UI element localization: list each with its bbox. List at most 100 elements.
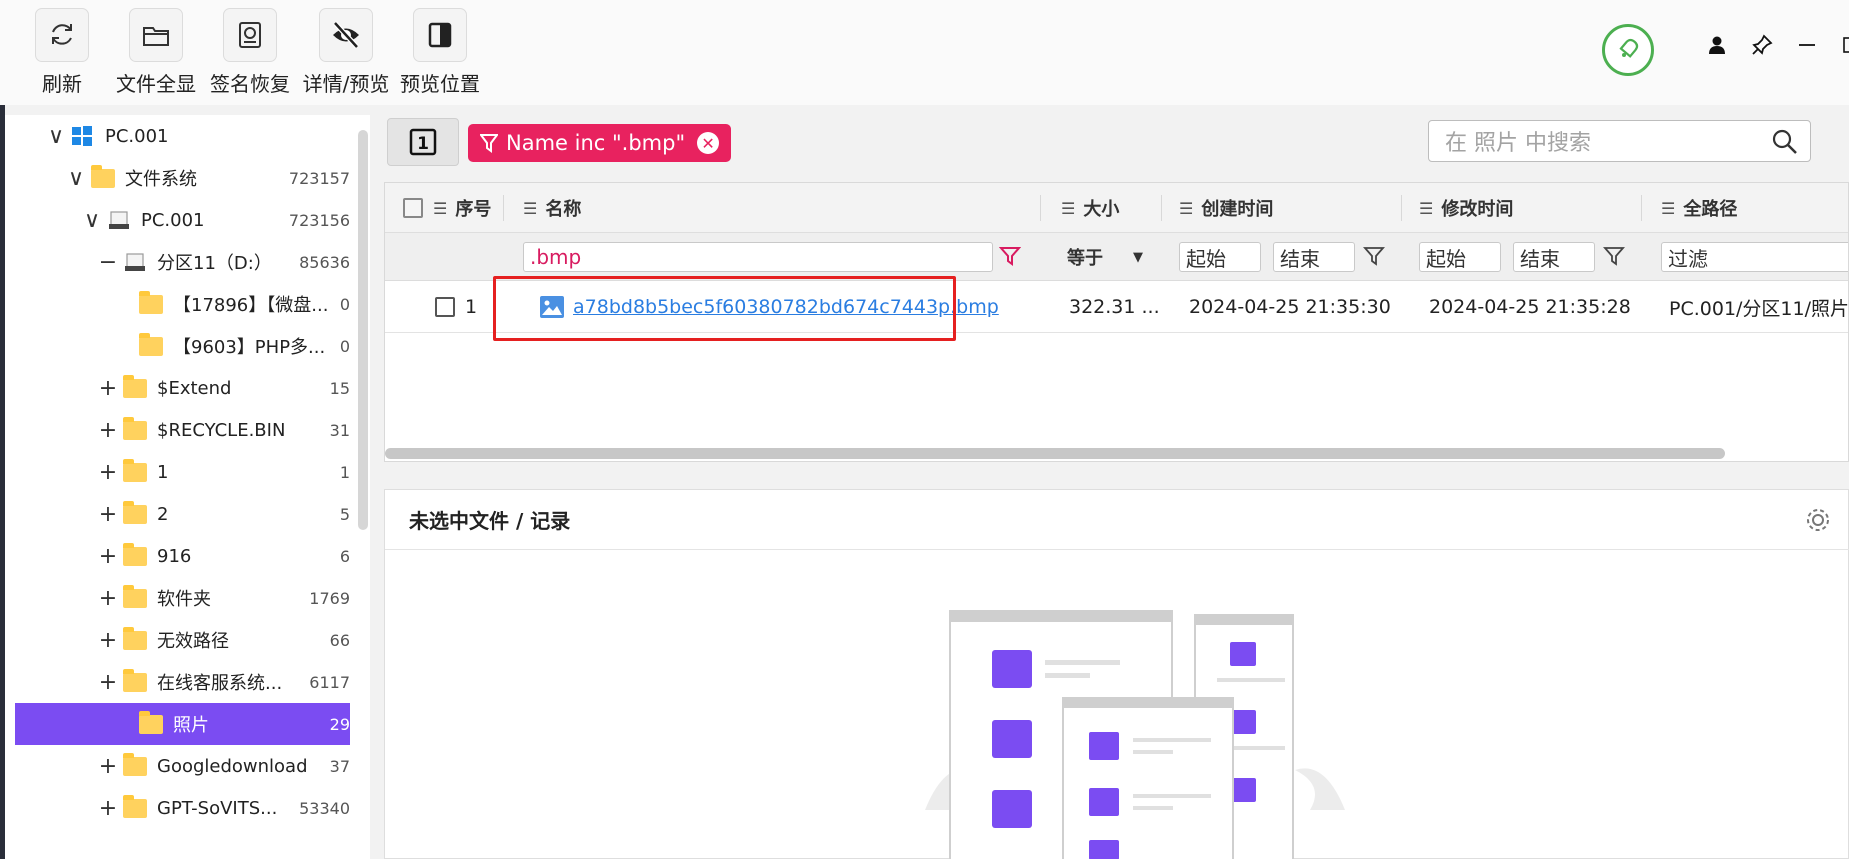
name-filter-input[interactable]: .bmp [523, 242, 993, 272]
eye-off-icon [319, 8, 373, 62]
notification-button[interactable] [1602, 24, 1654, 76]
column-divider[interactable] [1161, 195, 1162, 221]
row-checkbox[interactable] [435, 297, 455, 317]
expand-icon[interactable]: + [97, 586, 119, 611]
show-all-files-button[interactable]: 文件全显 [106, 8, 206, 97]
user-button[interactable] [1700, 30, 1734, 64]
modified-start-input[interactable]: 起始 [1419, 242, 1501, 272]
column-menu-icon[interactable]: ☰ [1061, 199, 1075, 218]
column-menu-icon[interactable]: ☰ [1419, 199, 1433, 218]
expand-icon[interactable]: + [97, 376, 119, 401]
collapse-icon[interactable]: − [97, 250, 119, 275]
header-select-all[interactable] [403, 183, 423, 233]
modified-filter-funnel-icon[interactable] [1603, 245, 1625, 272]
folder-icon [123, 794, 149, 819]
folder-icon [123, 752, 149, 777]
tree-item[interactable]: 【9603】PHP多... 0 [15, 325, 350, 367]
tree-item-count: 5 [339, 504, 350, 524]
tree-item[interactable]: + $RECYCLE.BIN 31 [15, 409, 350, 451]
search-input[interactable]: 在 照片 中搜索 [1428, 120, 1811, 162]
tree-item-count: 1 [339, 462, 350, 482]
expand-icon[interactable]: + [97, 670, 119, 695]
tree-item[interactable]: + $Extend 15 [15, 367, 350, 409]
refresh-icon [35, 8, 89, 62]
preview-position-button[interactable]: 预览位置 [390, 8, 490, 97]
row-modified: 2024-04-25 21:35:28 [1429, 296, 1631, 318]
column-menu-icon[interactable]: ☰ [1179, 199, 1193, 218]
tree-item-label: 分区11（D:） [157, 253, 272, 274]
tree-item[interactable]: ∨ PC.001 [15, 115, 350, 157]
column-header-created[interactable]: ☰ 创建时间 [1179, 183, 1273, 233]
folder-icon [91, 164, 117, 189]
column-divider[interactable] [503, 195, 504, 221]
tree-item[interactable]: 照片 29 [15, 703, 350, 745]
expand-icon[interactable]: + [97, 544, 119, 569]
expand-icon[interactable]: + [97, 460, 119, 485]
column-header-name[interactable]: ☰ 名称 [523, 183, 581, 233]
collapse-icon[interactable]: ∨ [65, 166, 87, 191]
row-checkbox-cell[interactable] [435, 281, 455, 333]
search-icon[interactable] [1772, 129, 1798, 161]
tree-item[interactable]: + GPT-SoVITS... 53340 [15, 787, 350, 829]
tree-item[interactable]: ∨ PC.001 723156 [15, 199, 350, 241]
maximize-button[interactable] [1830, 30, 1849, 64]
tree-item[interactable]: +1 1 [15, 451, 350, 493]
tree-item[interactable]: ∨ 文件系统 723157 [15, 157, 350, 199]
tree-item[interactable]: − 分区11（D:） 85636 [15, 241, 350, 283]
column-menu-icon[interactable]: ☰ [433, 199, 447, 218]
column-header-modified[interactable]: ☰ 修改时间 [1419, 183, 1513, 233]
filter-tag-label: Name inc ".bmp" [506, 131, 686, 155]
column-menu-icon[interactable]: ☰ [523, 199, 537, 218]
column-divider[interactable] [1401, 195, 1402, 221]
column-menu-icon[interactable]: ☰ [1661, 199, 1675, 218]
details-preview-button[interactable]: 详情/预览 [296, 8, 396, 97]
dropdown-arrow-icon: ▼ [1133, 249, 1143, 265]
minimize-button[interactable] [1790, 30, 1824, 64]
tree-item-count: 29 [329, 714, 350, 734]
tree-item[interactable]: + Googledownload 37 [15, 745, 350, 787]
refresh-button[interactable]: 刷新 [12, 8, 112, 97]
refresh-label: 刷新 [42, 72, 82, 96]
created-start-input[interactable]: 起始 [1179, 242, 1261, 272]
collapse-icon[interactable]: ∨ [81, 208, 103, 233]
column-divider[interactable] [1641, 195, 1642, 221]
remove-filter-icon[interactable]: ✕ [697, 132, 720, 154]
pin-button[interactable] [1745, 30, 1779, 64]
modified-end-input[interactable]: 结束 [1513, 242, 1595, 272]
expand-icon[interactable]: + [97, 796, 119, 821]
toolbar: 刷新 文件全显 签名恢复 详情/预览 预览位置 [0, 0, 1849, 105]
expand-icon[interactable]: + [97, 754, 119, 779]
tab-count-button[interactable]: 1 [387, 118, 459, 166]
tab-number-icon: 1 [409, 128, 437, 156]
tree-item[interactable]: +916 6 [15, 535, 350, 577]
horizontal-scrollbar[interactable] [385, 448, 1725, 459]
tree-item[interactable]: +2 5 [15, 493, 350, 535]
size-operator-select[interactable]: 等于 ▼ [1061, 242, 1157, 272]
tree-item[interactable]: + 软件夹 1769 [15, 577, 350, 619]
folder-icon [139, 290, 165, 315]
windows-icon [71, 125, 97, 147]
tree-item[interactable]: + 在线客服系统... 6117 [15, 661, 350, 703]
created-filter-funnel-icon[interactable] [1363, 245, 1385, 272]
column-divider[interactable] [1040, 195, 1041, 221]
path-filter-input[interactable]: 过滤 [1661, 242, 1848, 272]
column-header-size[interactable]: ☰ 大小 [1061, 183, 1119, 233]
tree-item[interactable]: 【17896】【微盘... 0 [15, 283, 350, 325]
tree-item[interactable]: + 无效路径 66 [15, 619, 350, 661]
signature-recovery-button[interactable]: 签名恢复 [200, 8, 300, 97]
tree-scrollbar[interactable] [358, 130, 368, 530]
name-filter-funnel-icon[interactable] [998, 245, 1022, 272]
row-size: 322.31 ... [1069, 296, 1160, 318]
select-all-checkbox[interactable] [403, 198, 423, 218]
column-header-path[interactable]: ☰ 全路径 [1661, 183, 1737, 233]
expand-icon[interactable]: + [97, 418, 119, 443]
expand-icon[interactable]: + [97, 628, 119, 653]
tree-item-label: $Extend [157, 377, 232, 399]
active-filter-tag[interactable]: Name inc ".bmp" ✕ [468, 124, 732, 162]
collapse-icon[interactable]: ∨ [45, 124, 67, 149]
expand-icon[interactable]: + [97, 502, 119, 527]
tab-number: 1 [417, 134, 429, 154]
settings-icon[interactable] [1804, 506, 1832, 539]
column-header-index[interactable]: ☰ 序号 [433, 183, 491, 233]
created-end-input[interactable]: 结束 [1273, 242, 1355, 272]
